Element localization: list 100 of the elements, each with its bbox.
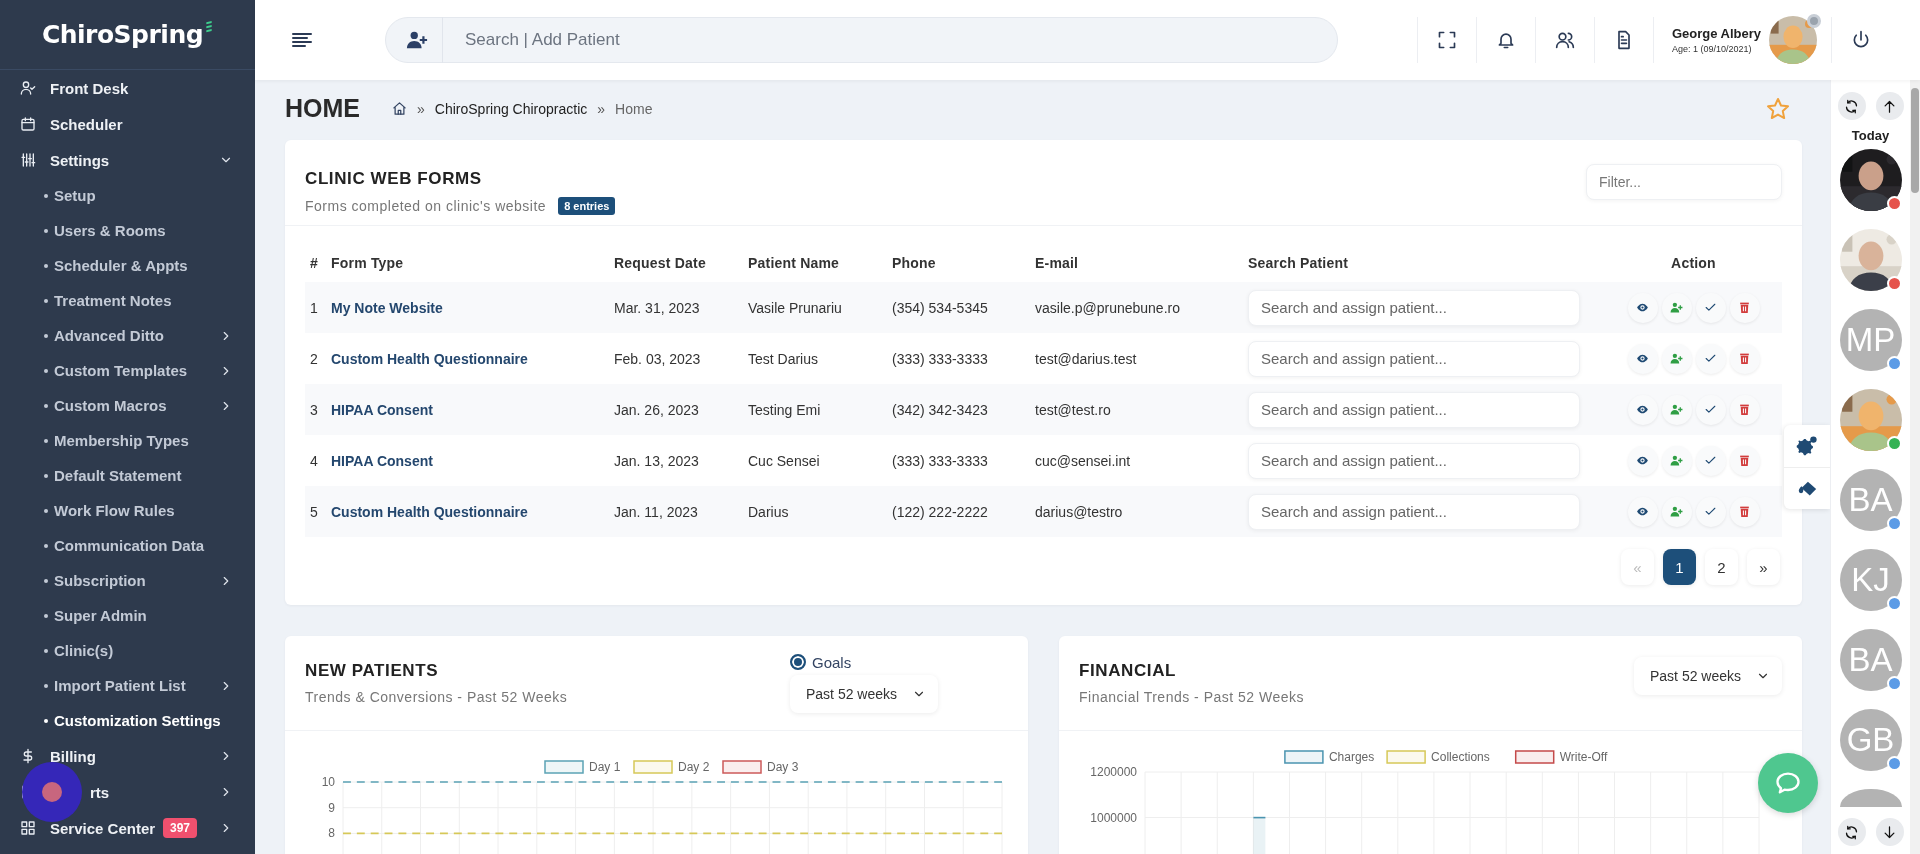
period-dropdown[interactable]: Past 52 weeks [1634, 657, 1782, 695]
page-button[interactable]: 2 [1705, 549, 1738, 585]
user-age: Age: 1 (09/10/2021) [1671, 44, 1752, 54]
bullet-icon [44, 438, 48, 443]
home-icon[interactable] [392, 101, 407, 116]
sidebar-subitem[interactable]: Customization Settings [0, 703, 255, 738]
page-button[interactable]: 1 [1663, 549, 1696, 585]
view-button[interactable] [1627, 496, 1658, 527]
delete-button[interactable] [1729, 292, 1760, 323]
column-header: E-mail [1030, 244, 1243, 282]
sidebar-item[interactable]: Front Desk [0, 70, 255, 106]
table-cell: cuc@sensei.int [1030, 435, 1243, 486]
refresh-icon [1844, 98, 1859, 114]
arrow-down-icon [1882, 824, 1897, 840]
table-cell: Testing Emi [743, 384, 887, 435]
form-link[interactable]: HIPAA Consent [326, 384, 609, 435]
scroll-down-button[interactable] [1875, 818, 1904, 846]
goals-radio[interactable]: Goals [790, 653, 852, 671]
breadcrumb-link[interactable]: ChiroSpring Chiropractic [434, 100, 588, 117]
form-link[interactable]: HIPAA Consent [326, 435, 609, 486]
arrow-up-icon [1882, 98, 1897, 114]
refresh-button[interactable] [1837, 92, 1866, 120]
users-icon [1554, 30, 1575, 50]
sidebar-item[interactable]: Settings [0, 142, 255, 178]
sidebar-subitem[interactable]: Scheduler & Appts [0, 248, 255, 283]
add-user-icon [1670, 454, 1683, 467]
sidebar-subitem[interactable]: Custom Macros [0, 388, 255, 423]
form-link[interactable]: My Note Website [326, 282, 609, 333]
column-header: Patient Name [743, 244, 887, 282]
form-link[interactable]: Custom Health Questionnaire [326, 486, 609, 537]
page-title: HOME [285, 94, 360, 123]
sidebar-subitem[interactable]: Users & Rooms [0, 213, 255, 248]
page-button[interactable]: » [1747, 549, 1780, 585]
trash-icon [1738, 352, 1751, 365]
view-button[interactable] [1627, 292, 1658, 323]
trash-icon [1738, 403, 1751, 416]
table-cell: Mar. 31, 2023 [609, 282, 743, 333]
filter-field[interactable]: Filter... [1586, 163, 1782, 200]
refresh-button[interactable] [1837, 818, 1866, 846]
table-cell: test@test.ro [1030, 384, 1243, 435]
eye-icon [1636, 505, 1649, 518]
patient-search-field[interactable]: Search and assign patient... [1248, 493, 1580, 530]
search-field[interactable]: Search | Add Patient [463, 29, 1337, 51]
view-button[interactable] [1627, 394, 1658, 425]
grid-icon [20, 820, 36, 836]
sidebar-subitem[interactable]: Membership Types [0, 423, 255, 458]
sidebar-subitem[interactable]: Custom Templates [0, 353, 255, 388]
scroll-up-button[interactable] [1875, 92, 1904, 120]
form-link[interactable]: Custom Health Questionnaire [326, 333, 609, 384]
sidebar-subitem[interactable]: Communication Data [0, 528, 255, 563]
view-button[interactable] [1627, 343, 1658, 374]
table-cell: Test Darius [743, 333, 887, 384]
period-dropdown[interactable]: Past 52 weeks [790, 674, 938, 713]
sidebar-subitem[interactable]: Clinic(s) [0, 633, 255, 668]
patient-search-field[interactable]: Search and assign patient... [1248, 289, 1580, 326]
sidebar-item[interactable]: Service Center 397 [0, 810, 255, 846]
user-name: George Albery [1671, 26, 1761, 41]
patient-search-field[interactable]: Search and assign patient... [1248, 340, 1580, 377]
star-icon[interactable] [1766, 96, 1790, 121]
column-header: Search Patient [1243, 244, 1605, 282]
sidebar-item[interactable]: Scheduler [0, 106, 255, 142]
sidebar-subitem[interactable]: Default Statement [0, 458, 255, 493]
bullet-icon [44, 298, 48, 303]
table-cell: Cuc Sensei [743, 435, 887, 486]
sidebar-subitem[interactable]: Advanced Ditto [0, 318, 255, 353]
sidebar-subitem[interactable]: Subscription [0, 563, 255, 598]
delete-button[interactable] [1729, 445, 1760, 476]
sidebar-item[interactable]: Billing [0, 738, 255, 774]
delete-button[interactable] [1729, 343, 1760, 374]
patient-search-field[interactable]: Search and assign patient... [1248, 391, 1580, 428]
check-icon [1704, 403, 1717, 416]
add-user-icon[interactable] [406, 29, 428, 51]
bullet-icon [44, 368, 48, 373]
bullet-icon [44, 613, 48, 618]
table-cell: (333) 333-3333 [887, 333, 1030, 384]
count-badge: 397 [162, 818, 197, 838]
sidebar-subitem[interactable]: Import Patient List [0, 668, 255, 703]
table-cell: 1 [305, 282, 326, 333]
view-button[interactable] [1627, 445, 1658, 476]
patient-search-field[interactable]: Search and assign patient... [1248, 442, 1580, 479]
trash-icon [1738, 454, 1751, 467]
table-cell: Vasile Prunariu [743, 282, 887, 333]
sidebar-subitem[interactable]: Super Admin [0, 598, 255, 633]
add-user-icon [1670, 403, 1683, 416]
axis-label: 1000000 [1090, 810, 1137, 825]
entries-badge: 8 entries [558, 196, 616, 215]
sidebar-subitem[interactable]: Work Flow Rules [0, 493, 255, 528]
sidebar-subitem[interactable]: Treatment Notes [0, 283, 255, 318]
table-cell: Darius [743, 486, 887, 537]
bullet-icon [44, 193, 48, 198]
delete-button[interactable] [1729, 394, 1760, 425]
status-icon [1807, 14, 1821, 28]
scrollbar-thumb[interactable] [1911, 88, 1919, 193]
logo[interactable]: ChiroSpring [41, 20, 204, 49]
delete-button[interactable] [1729, 496, 1760, 527]
bullet-icon [44, 403, 48, 408]
breadcrumb-current: Home [615, 100, 653, 117]
sidebar-subitem[interactable]: Setup [0, 178, 255, 213]
refresh-icon [1844, 824, 1859, 840]
search-bar[interactable]: Search | Add Patient [385, 17, 1338, 63]
